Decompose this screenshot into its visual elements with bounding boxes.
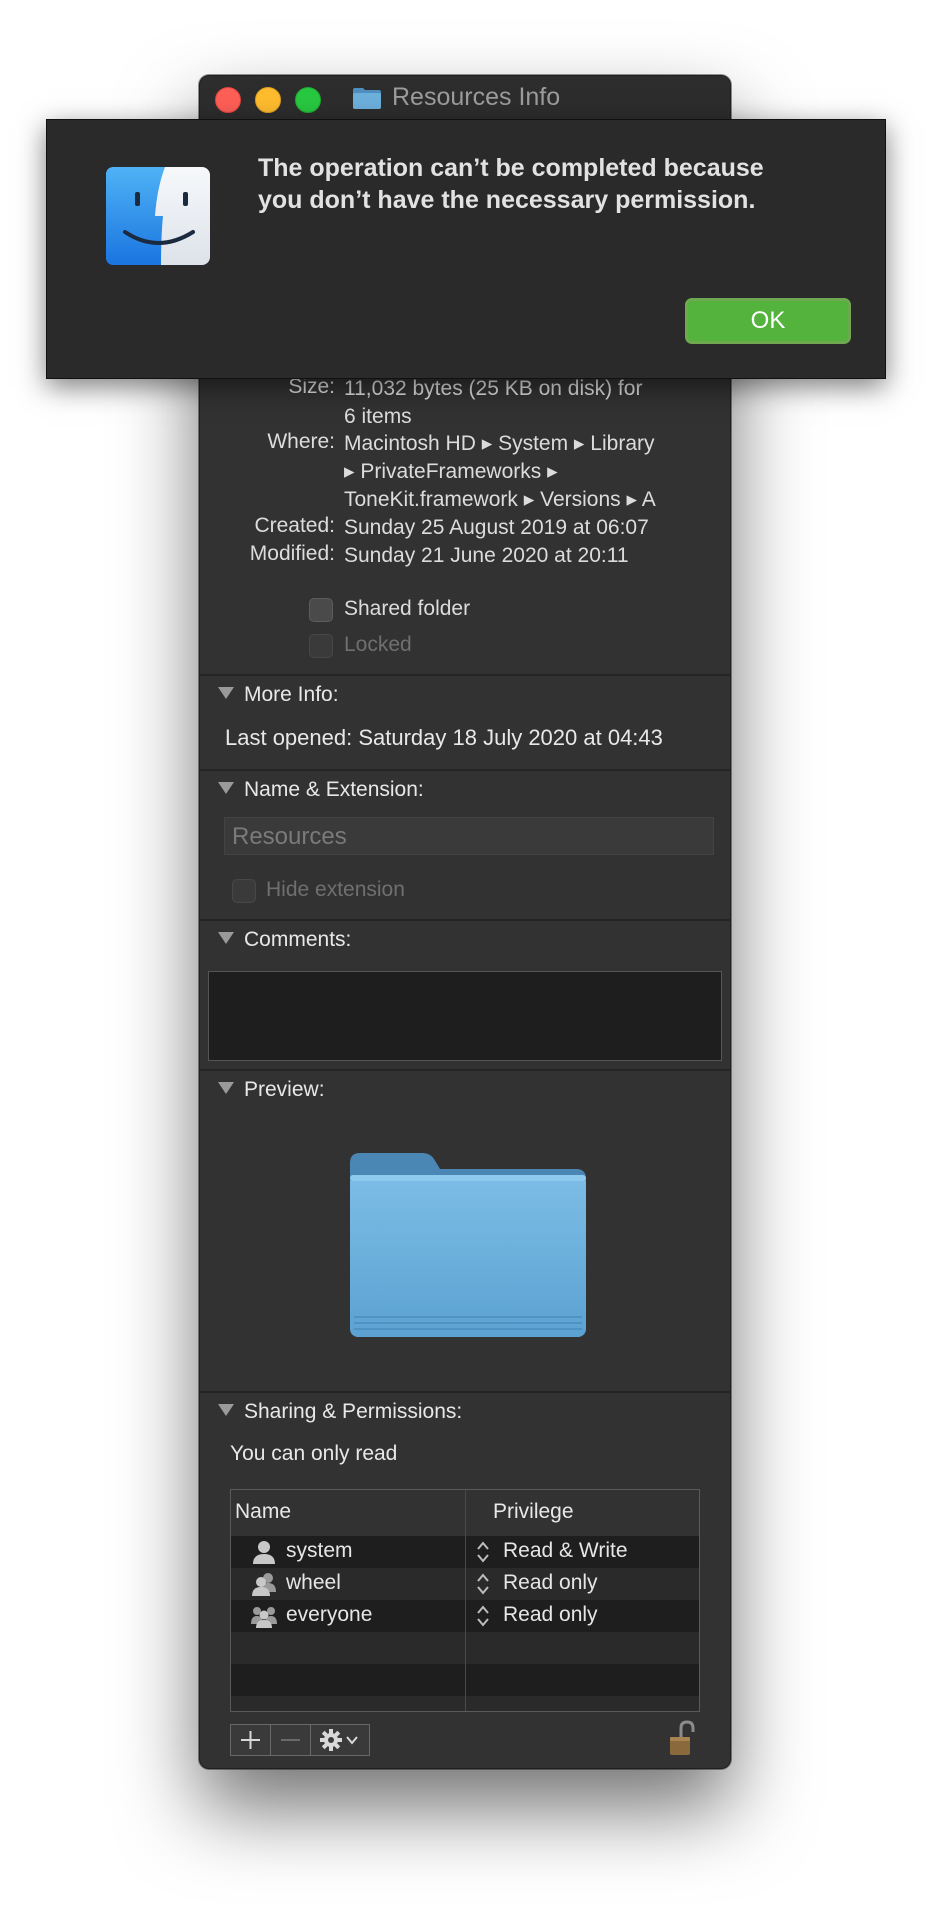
sharing-header-label: Sharing & Permissions: <box>244 1400 463 1423</box>
column-separator <box>465 1490 466 1711</box>
divider <box>200 1069 730 1071</box>
zoom-button[interactable] <box>295 87 321 113</box>
ok-button[interactable]: OK <box>685 298 851 344</box>
finder-icon <box>106 167 210 265</box>
plus-icon <box>241 1731 260 1749</box>
alert-message: The operation can’t be completed because… <box>258 152 858 216</box>
disclosure-triangle-icon[interactable] <box>218 687 234 700</box>
size-value-line: 11,032 bytes (25 KB on disk) for <box>344 377 643 400</box>
user-icon <box>253 1541 275 1564</box>
shared-folder-label[interactable]: Shared folder <box>344 597 470 621</box>
action-menu-button[interactable] <box>310 1724 370 1756</box>
shared-folder-checkbox[interactable] <box>309 598 333 622</box>
add-user-button[interactable] <box>230 1724 271 1756</box>
folder-icon <box>350 1153 586 1337</box>
divider <box>200 769 730 771</box>
preview-header[interactable]: Preview: <box>218 1078 325 1102</box>
created-value: Sunday 25 August 2019 at 06:07 <box>344 516 649 539</box>
where-label: Where: <box>267 430 335 453</box>
disclosure-triangle-icon[interactable] <box>218 782 234 795</box>
size-value: 11,032 bytes (25 KB on disk) for 6 items <box>344 375 729 431</box>
preview-header-label: Preview: <box>244 1078 325 1101</box>
where-value-line: ▸ PrivateFrameworks ▸ <box>344 460 558 483</box>
divider <box>200 1391 730 1393</box>
sharing-header[interactable]: Sharing & Permissions: <box>218 1400 462 1424</box>
modified-label: Modified: <box>249 542 335 565</box>
stepper-icon[interactable] <box>475 1540 491 1564</box>
where-value-line: Macintosh HD ▸ System ▸ Library <box>344 432 655 455</box>
alert-message-line: The operation can’t be completed because <box>258 154 764 182</box>
created-label: Created: <box>254 514 335 537</box>
hide-extension-label: Hide extension <box>266 878 405 901</box>
privilege-value[interactable]: Read only <box>503 1571 598 1595</box>
alert-sheet: The operation can’t be completed because… <box>46 119 886 379</box>
minimize-button[interactable] <box>255 87 281 113</box>
more-info-header[interactable]: More Info: <box>218 683 339 707</box>
comments-header-label: Comments: <box>244 928 352 951</box>
locked-label: Locked <box>344 633 412 656</box>
privilege-value[interactable]: Read & Write <box>503 1539 628 1563</box>
column-header-name[interactable]: Name <box>235 1500 291 1524</box>
alert-message-line: you don’t have the necessary permission. <box>258 186 756 214</box>
locked-checkbox <box>309 634 333 658</box>
modified-value: Sunday 21 June 2020 at 20:11 <box>344 544 629 567</box>
folder-icon <box>353 88 381 109</box>
close-button[interactable] <box>215 87 241 113</box>
comments-textarea[interactable] <box>208 971 722 1061</box>
column-header-privilege[interactable]: Privilege <box>493 1500 574 1524</box>
name-extension-header-label: Name & Extension: <box>244 778 424 801</box>
last-opened: Last opened: Saturday 18 July 2020 at 04… <box>225 725 663 750</box>
minus-icon <box>281 1739 300 1741</box>
user-name: everyone <box>286 1603 373 1626</box>
privilege-value[interactable]: Read only <box>503 1603 598 1627</box>
disclosure-triangle-icon[interactable] <box>218 932 234 945</box>
name-extension-header[interactable]: Name & Extension: <box>218 778 424 802</box>
permission-status: You can only read <box>230 1442 398 1465</box>
user-name: wheel <box>286 1571 341 1594</box>
stepper-icon[interactable] <box>475 1572 491 1596</box>
name-field: Resources <box>224 817 714 855</box>
size-value-line: 6 items <box>344 405 412 428</box>
where-value: Macintosh HD ▸ System ▸ Library ▸ Privat… <box>344 430 729 514</box>
lock-icon[interactable] <box>667 1719 697 1759</box>
divider <box>200 919 730 921</box>
gear-icon <box>320 1729 358 1751</box>
user-name: system <box>286 1539 353 1562</box>
title-bar[interactable]: Resources Info <box>200 76 730 121</box>
window-title: Resources Info <box>392 83 561 111</box>
disclosure-triangle-icon[interactable] <box>218 1404 234 1417</box>
everyone-icon <box>251 1607 277 1628</box>
hide-extension-checkbox <box>232 879 256 903</box>
disclosure-triangle-icon[interactable] <box>218 1082 234 1095</box>
divider <box>200 674 730 676</box>
more-info-header-label: More Info: <box>244 683 339 706</box>
where-value-line: ToneKit.framework ▸ Versions ▸ A <box>344 488 656 511</box>
remove-user-button <box>270 1724 311 1756</box>
permissions-table: Name Privilege system Read & Write wheel <box>230 1489 700 1712</box>
group-icon <box>252 1573 276 1596</box>
comments-header[interactable]: Comments: <box>218 928 351 952</box>
stepper-icon[interactable] <box>475 1604 491 1628</box>
